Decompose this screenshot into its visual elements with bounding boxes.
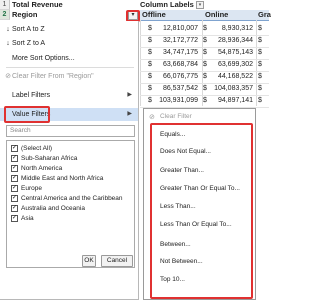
cell-value: 103,931,099	[159, 97, 198, 104]
more-sort-options-label: More Sort Options...	[12, 55, 75, 62]
currency-symbol: $	[203, 97, 207, 104]
submenu-clear-filter-label: Clear Filter	[160, 113, 192, 120]
grand-total-value[interactable]: $	[258, 94, 269, 107]
sort-z-to-a-label: Sort Z to A	[12, 40, 46, 47]
checkbox-label: Sub-Saharan Africa	[21, 155, 78, 162]
value-filters-submenu: ⊘ Clear Filter Equals... Does Not Equal..…	[143, 108, 256, 300]
checkbox[interactable]: ✓	[11, 195, 18, 202]
checkbox[interactable]: ✓	[11, 215, 18, 222]
checkbox[interactable]: ✓	[11, 205, 18, 212]
sort-a-to-z-label: Sort A to Z	[12, 26, 45, 33]
sort-ascending-icon: ↓	[6, 26, 10, 33]
column-labels-header[interactable]: Column Labels	[140, 0, 194, 10]
column-labels-dropdown-button[interactable]: ▾	[196, 1, 204, 9]
menu-separator	[6, 67, 134, 68]
chevron-right-icon: ▶	[127, 111, 132, 117]
sort-z-to-a-item[interactable]: ↓ Sort Z to A	[0, 37, 138, 50]
checkbox-label: Europe	[21, 185, 42, 192]
offline-value[interactable]: $103,931,099	[148, 94, 198, 107]
row-header-2[interactable]: 2	[0, 10, 10, 20]
submenu-clear-filter-item: ⊘ Clear Filter	[144, 111, 256, 123]
checkbox-label: Asia	[21, 215, 34, 222]
chevron-right-icon: ▶	[127, 92, 132, 98]
checkbox-label: North America	[21, 165, 63, 172]
search-input[interactable]: Search	[6, 125, 135, 137]
online-value[interactable]: $94,897,141	[203, 94, 253, 107]
label-filters-label: Label Filters	[12, 92, 51, 99]
sort-a-to-z-item[interactable]: ↓ Sort A to Z	[0, 23, 138, 36]
pivot-title[interactable]: Total Revenue	[12, 0, 63, 10]
checkbox-label: (Select All)	[21, 145, 53, 152]
header-online[interactable]: Online	[205, 10, 228, 20]
region-checklist: ✓ (Select All) ✓ Sub-Saharan Africa ✓ North A…	[6, 140, 135, 268]
label-filters-item[interactable]: Label Filters ▶	[0, 89, 138, 102]
checkbox-label: Central America and the Caribbean	[21, 195, 123, 202]
checkbox-label: Middle East and North Africa	[21, 175, 104, 182]
row-header-1[interactable]: 1	[0, 0, 10, 10]
checkbox-label: Australia and Oceania	[21, 205, 85, 212]
header-grand-total[interactable]: Gra	[258, 10, 271, 20]
submenu-options-highlight	[150, 123, 253, 299]
value-filters-highlight	[4, 106, 50, 123]
checkbox[interactable]: ✓	[11, 145, 18, 152]
currency-symbol: $	[258, 97, 262, 104]
ok-button[interactable]: OK	[82, 255, 96, 267]
cell-value: 94,897,141	[217, 97, 253, 104]
more-sort-options-item[interactable]: More Sort Options...	[0, 52, 138, 65]
header-offline[interactable]: Offline	[142, 10, 166, 20]
region-header-cell[interactable]: Region	[12, 10, 130, 20]
cancel-button[interactable]: Cancel	[101, 255, 133, 267]
sort-descending-icon: ↓	[6, 40, 10, 47]
clear-filter-label: Clear Filter From "Region"	[12, 73, 94, 80]
clear-filter-item: ⊘ Clear Filter From "Region"	[0, 70, 138, 83]
checkbox[interactable]: ✓	[11, 165, 18, 172]
currency-symbol: $	[148, 97, 152, 104]
region-filter-menu: ↓ Sort A to Z ↓ Sort Z to A More Sort Op…	[0, 21, 139, 300]
filter-clear-icon: ⊘	[5, 73, 11, 80]
checkbox[interactable]: ✓	[11, 155, 18, 162]
checkbox[interactable]: ✓	[11, 175, 18, 182]
checkbox[interactable]: ✓	[11, 185, 18, 192]
